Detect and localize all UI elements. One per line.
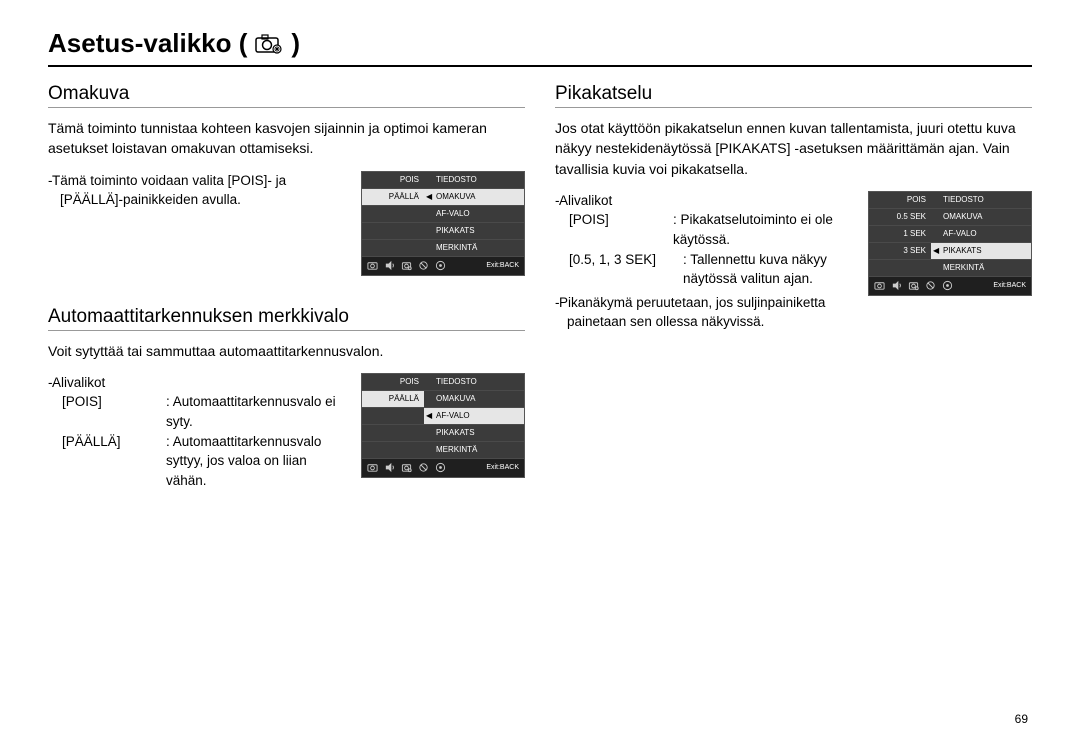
table-row: [0.5, 1, 3 SEK] : Tallennettu kuva näkyy… <box>555 250 850 289</box>
lcd-footer: Exit:BACK <box>869 277 1031 295</box>
lcd-right-item: OMAKUVA <box>424 391 524 408</box>
lcd-footer-icon <box>908 280 919 291</box>
lcd-footer-icon <box>367 462 378 473</box>
lcd-left-item: 1 SEK <box>869 226 931 243</box>
lcd-left-item: PÄÄLLÄ <box>362 189 424 206</box>
lcd-right-item: PIKAKATS <box>424 425 524 442</box>
triangle-left-icon: ◀ <box>933 246 939 255</box>
lcd-right-item: PIKAKATS <box>424 223 524 240</box>
lcd-exit-label: Exit:BACK <box>486 464 519 471</box>
table-row: [PÄÄLLÄ] : Automaattitarkennusvalo sytty… <box>48 432 343 491</box>
section-omakuva-title: Omakuva <box>48 83 525 108</box>
lcd-left-item <box>362 442 424 459</box>
lcd-footer-icon <box>384 462 395 473</box>
lcd-left-item <box>362 408 424 425</box>
table-row: [POIS] : Pikakatselutoiminto ei ole käyt… <box>555 210 850 249</box>
lcd-left-item: PÄÄLLÄ <box>362 391 424 408</box>
triangle-left-icon: ◀ <box>426 411 432 420</box>
lcd-right-item: ◀PIKAKATS <box>931 243 1031 260</box>
lcd-left-item: POIS <box>869 192 931 209</box>
lcd-right-item: TIEDOSTO <box>424 374 524 391</box>
lcd-right-item: MERKINTÄ <box>424 442 524 459</box>
lcd-left-item <box>362 206 424 223</box>
lcd-right-item: AF-VALO <box>424 206 524 223</box>
section-pikakatselu-body: Jos otat käyttöön pikakatselun ennen kuv… <box>555 118 1032 179</box>
right-column: Pikakatselu Jos otat käyttöön pikakatsel… <box>555 83 1032 490</box>
lcd-left-item: POIS <box>362 374 424 391</box>
lcd-right-item: AF-VALO <box>931 226 1031 243</box>
section-omakuva-note: Tämä toiminto voidaan valita [POIS]- ja … <box>48 171 343 210</box>
lcd-footer-icon <box>367 260 378 271</box>
lcd-footer-icon <box>401 260 412 271</box>
lcd-right-item: MERKINTÄ <box>931 260 1031 277</box>
section-omakuva-row: Tämä toiminto voidaan valita [POIS]- ja … <box>48 171 525 276</box>
lcd-left-item <box>362 223 424 240</box>
table-row: [POIS] : Automaattitarkennusvalo ei syty… <box>48 392 343 431</box>
lcd-footer-icon <box>418 462 429 473</box>
triangle-left-icon: ◀ <box>426 192 432 201</box>
lcd-footer-icon <box>435 260 446 271</box>
page-number: 69 <box>1015 712 1028 726</box>
lcd-footer-icon <box>435 462 446 473</box>
lcd-pikakatselu: POIS0.5 SEK1 SEK3 SEK TIEDOSTOOMAKUVAAF-… <box>868 191 1032 296</box>
lcd-left-item <box>362 425 424 442</box>
content-columns: Omakuva Tämä toiminto tunnistaa kohteen … <box>48 83 1032 490</box>
page-title-row: Asetus-valikko ( ) <box>48 28 1032 67</box>
lcd-left-item: POIS <box>362 172 424 189</box>
lcd-footer-icon <box>874 280 885 291</box>
lcd-exit-label: Exit:BACK <box>993 282 1026 289</box>
lcd-footer-icon <box>925 280 936 291</box>
left-column: Omakuva Tämä toiminto tunnistaa kohteen … <box>48 83 525 490</box>
lcd-right-item: ◀AF-VALO <box>424 408 524 425</box>
lcd-footer: Exit:BACK <box>362 257 524 275</box>
page-title-close: ) <box>291 28 300 59</box>
lcd-right-item: MERKINTÄ <box>424 240 524 257</box>
camera-settings-icon <box>255 34 283 54</box>
lcd-left-item <box>362 240 424 257</box>
lcd-footer-icon <box>418 260 429 271</box>
lcd-right-item: ◀OMAKUVA <box>424 189 524 206</box>
lcd-omakuva: POISPÄÄLLÄ TIEDOSTO◀OMAKUVAAF-VALOPIKAKA… <box>361 171 525 276</box>
lcd-right-item: TIEDOSTO <box>931 192 1031 209</box>
lcd-exit-label: Exit:BACK <box>486 262 519 269</box>
lcd-left-item: 0.5 SEK <box>869 209 931 226</box>
lcd-left-item <box>869 260 931 277</box>
section-pikakatselu-title: Pikakatselu <box>555 83 1032 108</box>
lcd-footer-icon <box>891 280 902 291</box>
section-af-body: Voit sytyttää tai sammuttaa automaattita… <box>48 341 525 361</box>
section-pikakatselu-row: Alivalikot [POIS] : Pikakatselutoiminto … <box>555 191 1032 332</box>
page-title: Asetus-valikko ( <box>48 28 247 59</box>
section-af-row: Alivalikot [POIS] : Automaattitarkennusv… <box>48 373 525 490</box>
lcd-footer-icon <box>384 260 395 271</box>
lcd-right-item: OMAKUVA <box>931 209 1031 226</box>
lcd-left-item: 3 SEK <box>869 243 931 260</box>
lcd-footer: Exit:BACK <box>362 459 524 477</box>
section-af-details: Alivalikot [POIS] : Automaattitarkennusv… <box>48 373 343 490</box>
section-af-title: Automaattitarkennuksen merkkivalo <box>48 306 525 331</box>
lcd-footer-icon <box>401 462 412 473</box>
lcd-footer-icon <box>942 280 953 291</box>
section-pikakatselu-details: Alivalikot [POIS] : Pikakatselutoiminto … <box>555 191 850 332</box>
lcd-right-item: TIEDOSTO <box>424 172 524 189</box>
lcd-af: POISPÄÄLLÄ TIEDOSTOOMAKUVA◀AF-VALOPIKAKA… <box>361 373 525 478</box>
section-omakuva-body: Tämä toiminto tunnistaa kohteen kasvojen… <box>48 118 525 159</box>
